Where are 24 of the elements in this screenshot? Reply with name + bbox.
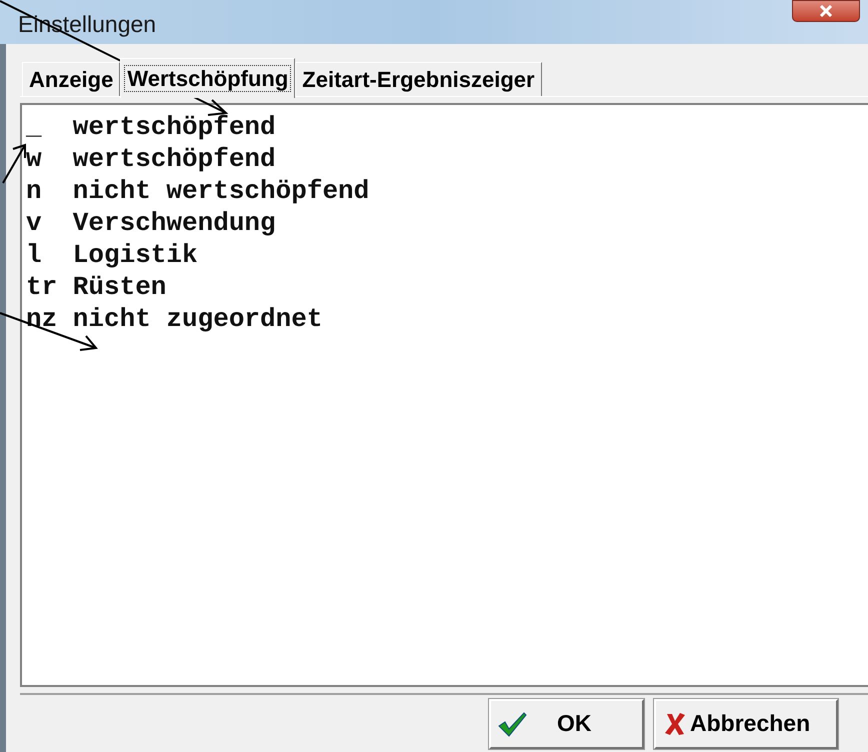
list-code: w <box>26 143 43 175</box>
tab[interactable]: Anzeige <box>22 62 120 96</box>
cancel-button[interactable]: Abbrechen <box>654 698 838 748</box>
list-label: nicht wertschöpfend <box>72 175 370 207</box>
checkmark-icon <box>497 710 527 736</box>
list-code: n <box>26 175 43 207</box>
tab[interactable]: Zeitart-Ergebniszeiger <box>295 62 542 96</box>
annotation-arrow <box>2 142 28 184</box>
list-label: Logistik <box>72 239 198 271</box>
x-mark-icon <box>664 712 686 736</box>
list-code: nz <box>26 303 58 335</box>
list-label: wertschöpfend <box>72 111 276 143</box>
list-code: _ <box>26 111 43 143</box>
ok-button[interactable]: OK <box>489 698 644 748</box>
tab[interactable]: Wertschöpfung <box>120 58 296 98</box>
list-code: v <box>26 207 43 239</box>
close-icon <box>819 5 833 17</box>
list-code: tr <box>26 271 58 303</box>
close-button[interactable] <box>792 0 860 22</box>
list-label: wertschöpfend <box>72 143 276 175</box>
list-label: Verschwendung <box>72 207 276 239</box>
list-label: Rüsten <box>72 271 166 303</box>
list-label: nicht zugeordnet <box>72 303 322 335</box>
list-code: l <box>26 239 43 271</box>
